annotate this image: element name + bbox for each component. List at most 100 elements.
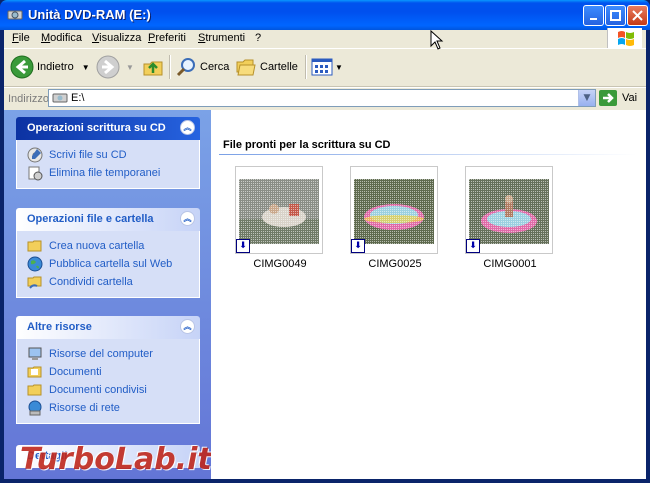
folders-label: Cartelle bbox=[260, 61, 298, 73]
address-value[interactable]: E:\ bbox=[71, 92, 84, 104]
menu-strumenti[interactable]: Strumenti bbox=[198, 32, 245, 44]
new-folder-icon bbox=[27, 240, 42, 252]
documents-folder-icon bbox=[27, 366, 42, 378]
mouse-pointer-icon bbox=[430, 30, 444, 50]
window-body: File Modifica Visualizza Preferiti Strum… bbox=[4, 28, 646, 479]
go-label: Vai bbox=[622, 92, 638, 104]
toolbar-separator bbox=[305, 55, 307, 79]
other-places-body: Risorse del computer Documenti Documenti… bbox=[16, 339, 200, 424]
burn-pending-arrow-icon: ⬇ bbox=[351, 239, 365, 253]
windows-flag-icon bbox=[618, 31, 634, 46]
windows-logo bbox=[607, 28, 642, 48]
file-item[interactable]: ⬇ CIMG0025 bbox=[350, 166, 440, 270]
section-divider bbox=[219, 154, 637, 155]
maximize-button[interactable] bbox=[605, 5, 626, 26]
place-label: Documenti condivisi bbox=[49, 384, 147, 396]
forward-button[interactable]: ▼ bbox=[96, 53, 134, 81]
collapse-chevron-icon[interactable]: ︽ bbox=[180, 211, 195, 226]
task-label: Scrivi file su CD bbox=[49, 149, 127, 161]
files-section-title: File pronti per la scrittura su CD bbox=[223, 139, 391, 151]
chevron-down-icon: ▼ bbox=[583, 93, 591, 103]
file-name: CIMG0049 bbox=[253, 258, 307, 270]
go-arrow-icon bbox=[599, 90, 617, 106]
photo-thumbnail-image bbox=[469, 179, 549, 244]
place-my-documents[interactable]: Documenti bbox=[17, 363, 199, 381]
close-button[interactable] bbox=[627, 5, 648, 26]
file-list[interactable]: File pronti per la scrittura su CD ⬇ CIM… bbox=[211, 110, 646, 479]
minimize-icon bbox=[589, 17, 597, 20]
minimize-button[interactable] bbox=[583, 5, 604, 26]
views-icon bbox=[311, 58, 333, 76]
menu-help[interactable]: ? bbox=[255, 32, 261, 44]
file-thumbnail: ⬇ bbox=[465, 166, 553, 254]
back-label: Indietro bbox=[37, 61, 74, 73]
toolbar-separator bbox=[169, 55, 171, 79]
file-thumbnail: ⬇ bbox=[235, 166, 323, 254]
other-places-header[interactable]: Altre risorse ︽ bbox=[16, 316, 200, 339]
explorer-window: Unità DVD-RAM (E:) File Modifica Visuali… bbox=[0, 0, 650, 483]
views-button[interactable]: ▼ bbox=[311, 53, 343, 81]
place-network[interactable]: Risorse di rete bbox=[17, 399, 199, 417]
back-button[interactable]: Indietro ▼ bbox=[10, 53, 90, 81]
file-item[interactable]: ⬇ CIMG0049 bbox=[235, 166, 325, 270]
photo-thumbnail-image bbox=[239, 179, 319, 244]
folders-icon bbox=[236, 59, 256, 76]
task-publish-web[interactable]: Pubblica cartella sul Web bbox=[17, 255, 199, 273]
file-name: CIMG0001 bbox=[483, 258, 537, 270]
place-shared-documents[interactable]: Documenti condivisi bbox=[17, 381, 199, 399]
file-tasks-header[interactable]: Operazioni file e cartella ︽ bbox=[16, 208, 200, 231]
other-places-title: Altre risorse bbox=[27, 321, 92, 333]
forward-arrow-icon bbox=[96, 55, 120, 79]
publish-web-icon bbox=[27, 256, 43, 272]
task-delete-temp[interactable]: Elimina file temporanei bbox=[17, 164, 199, 182]
menu-file[interactable]: File bbox=[12, 32, 30, 44]
go-button[interactable]: Vai bbox=[599, 89, 637, 107]
up-folder-button[interactable] bbox=[142, 53, 164, 81]
content-area: Operazioni scrittura su CD ︽ Scrivi file… bbox=[4, 110, 646, 479]
address-bar: Indirizzo E:\ ▼ Vai bbox=[4, 87, 646, 110]
back-dropdown-icon[interactable]: ▼ bbox=[82, 63, 90, 72]
burn-pending-arrow-icon: ⬇ bbox=[236, 239, 250, 253]
cd-tasks-body: Scrivi file su CD Elimina file temporane… bbox=[16, 140, 200, 189]
place-label: Documenti bbox=[49, 366, 102, 378]
cd-tasks-header[interactable]: Operazioni scrittura su CD ︽ bbox=[16, 117, 200, 140]
menu-modifica[interactable]: Modifica bbox=[41, 32, 82, 44]
close-icon bbox=[632, 10, 643, 21]
shared-documents-icon bbox=[27, 384, 42, 396]
place-my-computer[interactable]: Risorse del computer bbox=[17, 345, 199, 363]
photo-thumbnail-image bbox=[354, 179, 434, 244]
collapse-chevron-icon[interactable]: ︽ bbox=[180, 120, 195, 135]
collapse-chevron-icon[interactable]: ︽ bbox=[180, 319, 195, 334]
delete-temp-files-icon bbox=[28, 166, 43, 181]
task-share-folder[interactable]: Condividi cartella bbox=[17, 273, 199, 291]
task-new-folder[interactable]: Crea nuova cartella bbox=[17, 237, 199, 255]
task-label: Crea nuova cartella bbox=[49, 240, 145, 252]
standard-toolbar: Indietro ▼ ▼ Cerca Cartelle ▼ bbox=[4, 49, 646, 87]
menu-visualizza[interactable]: Visualizza bbox=[92, 32, 141, 44]
forward-dropdown-icon[interactable]: ▼ bbox=[126, 63, 134, 72]
place-label: Risorse di rete bbox=[49, 402, 120, 414]
burn-pending-arrow-icon: ⬇ bbox=[466, 239, 480, 253]
search-icon bbox=[176, 58, 195, 77]
cd-tasks-group: Operazioni scrittura su CD ︽ Scrivi file… bbox=[16, 117, 200, 189]
menu-bar: File Modifica Visualizza Preferiti Strum… bbox=[4, 28, 646, 49]
folders-button[interactable]: Cartelle bbox=[235, 53, 298, 81]
file-item[interactable]: ⬇ CIMG0001 bbox=[465, 166, 555, 270]
task-pane: Operazioni scrittura su CD ︽ Scrivi file… bbox=[4, 110, 212, 479]
other-places-group: Altre risorse ︽ Risorse del computer Doc… bbox=[16, 316, 200, 424]
address-dropdown-button[interactable]: ▼ bbox=[578, 90, 595, 106]
window-title: Unità DVD-RAM (E:) bbox=[28, 7, 151, 22]
search-label: Cerca bbox=[200, 61, 230, 73]
task-write-to-cd[interactable]: Scrivi file su CD bbox=[17, 146, 199, 164]
my-computer-icon bbox=[28, 347, 42, 360]
views-dropdown-icon: ▼ bbox=[335, 62, 343, 72]
search-button[interactable]: Cerca bbox=[175, 53, 229, 81]
task-label: Elimina file temporanei bbox=[49, 167, 161, 179]
address-field[interactable]: E:\ ▼ bbox=[48, 89, 596, 107]
place-label: Risorse del computer bbox=[49, 348, 153, 360]
title-bar[interactable]: Unità DVD-RAM (E:) bbox=[0, 0, 650, 30]
file-thumbnail: ⬇ bbox=[350, 166, 438, 254]
menu-preferiti[interactable]: Preferiti bbox=[148, 32, 186, 44]
watermark: TurboLab.it bbox=[20, 442, 212, 477]
file-tasks-group: Operazioni file e cartella ︽ Crea nuova … bbox=[16, 208, 200, 298]
